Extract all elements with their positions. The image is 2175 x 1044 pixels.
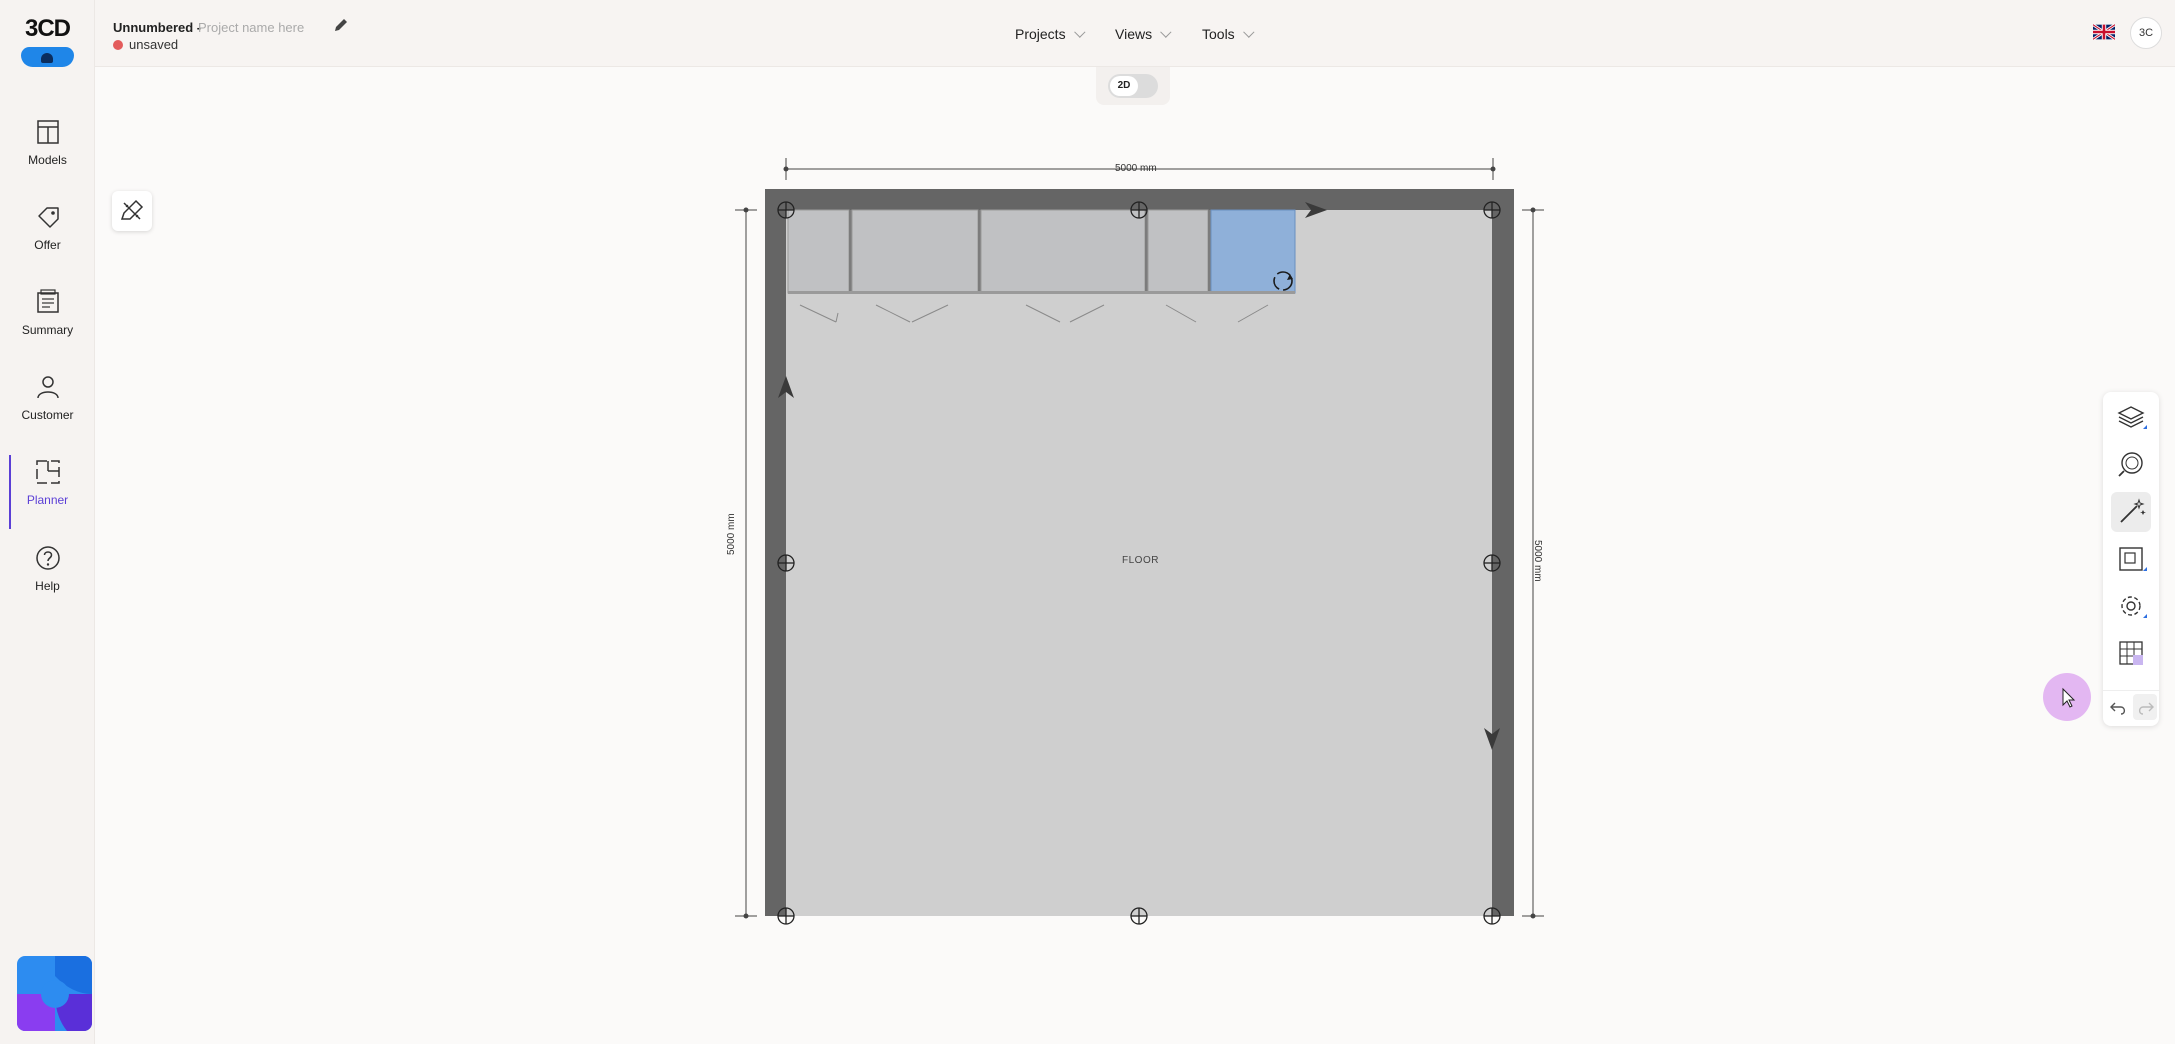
customer-icon — [36, 376, 59, 399]
zoom-icon — [2118, 452, 2143, 477]
cursor-highlight — [2043, 673, 2091, 721]
sidebar-item-offer[interactable]: Offer — [0, 202, 95, 282]
select-area-icon — [2119, 547, 2147, 571]
select-area-button[interactable] — [2111, 539, 2151, 579]
sidebar-item-customer[interactable]: Customer — [0, 372, 95, 452]
sidebar-item-help[interactable]: Help — [0, 543, 95, 623]
sidebar-item-label: Customer — [21, 408, 74, 422]
mouse-pointer-icon — [2062, 687, 2076, 708]
undo-button[interactable] — [2107, 694, 2131, 720]
summary-icon — [36, 289, 59, 313]
zoom-button[interactable] — [2111, 444, 2151, 484]
tag-icon — [37, 207, 59, 228]
dimension-label-right: 5000 mm — [1532, 540, 1543, 582]
user-avatar[interactable]: 3C — [2130, 17, 2162, 49]
sidebar-item-label: Offer — [34, 238, 61, 252]
view-mode-toggle[interactable]: 2D — [1108, 74, 1158, 98]
cabinet-row[interactable] — [787, 209, 1296, 294]
grid-icon — [2119, 641, 2143, 665]
layers-button[interactable] — [2111, 397, 2151, 437]
right-toolbar — [2103, 392, 2159, 726]
sidebar-item-label: Summary — [21, 323, 74, 337]
layers-icon — [2117, 406, 2147, 429]
brand-tile-logo[interactable] — [17, 956, 92, 1031]
uk-flag-icon[interactable] — [2093, 24, 2115, 40]
sidebar-item-label: Help — [35, 579, 60, 593]
models-icon — [36, 120, 59, 144]
chevron-down-icon — [1160, 26, 1172, 38]
redo-button[interactable] — [2133, 694, 2157, 720]
cabinet-front-edge — [788, 291, 1295, 294]
menu-projects[interactable]: Projects — [1015, 26, 1086, 42]
pencil-icon[interactable] — [332, 16, 350, 34]
cabinet[interactable] — [851, 209, 979, 294]
magic-wand-icon — [2120, 498, 2146, 523]
planner-canvas[interactable] — [0, 0, 2175, 1044]
selected-cabinet[interactable] — [1210, 209, 1296, 294]
project-name-field[interactable]: Project name here — [198, 20, 304, 35]
app-logo[interactable]: 3CD — [21, 15, 74, 67]
undo-icon — [2110, 702, 2126, 715]
sidebar-item-summary[interactable]: Summary — [0, 287, 95, 367]
sidebar-item-label: Planner — [26, 493, 69, 507]
status-dot — [113, 40, 123, 50]
logo-dot — [41, 53, 53, 63]
sidebar-item-models[interactable]: Models — [0, 117, 95, 197]
save-status: unsaved — [129, 37, 179, 52]
logo-text: 3CD — [24, 15, 71, 42]
settings-button[interactable] — [2111, 586, 2151, 626]
cabinet[interactable] — [787, 209, 850, 294]
dimension-label-left: 5000 mm — [726, 513, 737, 555]
toolbar-divider — [2103, 690, 2159, 691]
sidebar-item-label: Models — [28, 153, 67, 167]
grid-button[interactable] — [2111, 633, 2151, 673]
left-sidebar: 3CD Models Offer Summary Customer Planne… — [0, 0, 95, 1044]
draw-tool-button[interactable] — [112, 191, 152, 231]
menu-label: Projects — [1015, 26, 1066, 42]
menu-label: Views — [1115, 26, 1153, 42]
cabinet[interactable] — [980, 209, 1146, 294]
project-number: Unnumbered - — [113, 20, 202, 35]
menu-views[interactable]: Views — [1115, 26, 1172, 42]
chevron-down-icon — [1242, 26, 1255, 38]
floor-label: FLOOR — [1122, 555, 1159, 566]
pencil-ruler-icon — [120, 199, 144, 220]
dimension-label-top: 5000 mm — [1115, 163, 1157, 174]
menu-tools[interactable]: Tools — [1202, 26, 1255, 42]
help-icon — [35, 546, 60, 570]
magic-wand-button[interactable] — [2111, 492, 2151, 532]
redo-icon — [2138, 702, 2154, 715]
toggle-knob-2d: 2D — [1110, 76, 1138, 96]
cabinet[interactable] — [1147, 209, 1209, 294]
settings-icon — [2121, 596, 2147, 618]
sidebar-item-planner[interactable]: Planner — [0, 455, 95, 537]
view-toggle-container: 2D — [1096, 67, 1170, 105]
planner-icon — [35, 460, 60, 484]
top-bar: Unnumbered - Project name here unsaved P… — [95, 0, 2175, 67]
menu-label: Tools — [1202, 26, 1235, 42]
chevron-down-icon — [1073, 26, 1086, 38]
